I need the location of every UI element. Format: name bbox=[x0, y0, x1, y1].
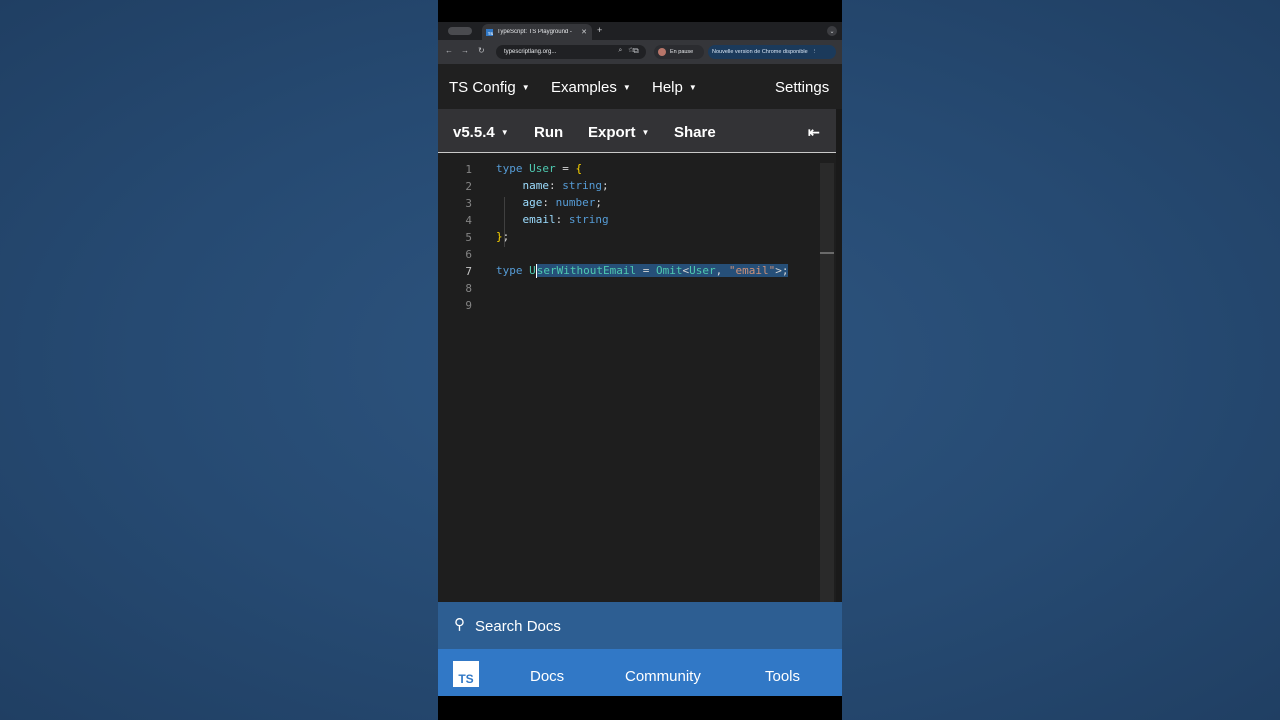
examples-label: Examples bbox=[551, 79, 617, 96]
line-number: 8 bbox=[465, 282, 472, 295]
help-label: Help bbox=[652, 79, 683, 96]
back-icon[interactable]: ← bbox=[445, 46, 453, 55]
punct-token: >; bbox=[775, 264, 789, 277]
line-number: 9 bbox=[465, 299, 472, 312]
type-name-token: serWithoutEmail bbox=[536, 264, 637, 277]
property-token: age bbox=[522, 196, 543, 209]
code-line-3[interactable]: age: number; bbox=[496, 194, 603, 211]
share-label: Share bbox=[674, 124, 716, 141]
operator-token: = bbox=[555, 162, 576, 175]
update-notice-text: Nouvelle version de Chrome disponible bbox=[712, 49, 808, 55]
code-line-9[interactable] bbox=[496, 296, 503, 313]
keyword-token: type bbox=[496, 264, 523, 277]
version-select[interactable]: v5.5.4 ▼ bbox=[453, 124, 509, 141]
ts-favicon-icon: TS bbox=[486, 28, 493, 36]
run-label: Run bbox=[534, 124, 564, 141]
code-line-5[interactable]: }; bbox=[496, 228, 509, 245]
help-menu[interactable]: Help ▼ bbox=[652, 79, 697, 96]
nav-docs-link[interactable]: Docs bbox=[530, 668, 564, 685]
chevron-down-icon[interactable]: ⌄ bbox=[827, 26, 837, 36]
editor-scrollbar[interactable] bbox=[820, 163, 834, 602]
operator-token: = bbox=[636, 264, 656, 277]
code-line-1[interactable]: type User = { bbox=[496, 160, 582, 177]
code-line-7[interactable]: type UserWithoutEmail = Omit<User, "emai… bbox=[496, 262, 789, 279]
settings-label: Settings bbox=[775, 79, 830, 96]
string-token: "email" bbox=[728, 264, 776, 277]
profile-status: En pause bbox=[670, 49, 694, 55]
type-name-token: User bbox=[689, 264, 716, 277]
avatar bbox=[658, 48, 666, 56]
search-docs-bar[interactable]: ⚲ Search Docs bbox=[438, 602, 842, 649]
line-number: 6 bbox=[465, 248, 472, 261]
address-bar: ← → ↻ typescriptlang.org... ⌕☆ ⧉ En paus… bbox=[438, 40, 842, 64]
ts-logo[interactable]: TS bbox=[453, 661, 479, 687]
search-icon: ⚲ bbox=[454, 616, 465, 633]
type-token: number bbox=[555, 196, 596, 209]
url-text: typescriptlang.org... bbox=[504, 49, 557, 55]
type-name-token: U bbox=[529, 264, 536, 277]
forward-icon[interactable]: → bbox=[461, 46, 469, 55]
nav-tools-link[interactable]: Tools bbox=[765, 668, 800, 685]
caret-down-icon: ▼ bbox=[521, 83, 530, 92]
window-controls[interactable] bbox=[448, 27, 472, 35]
selection-highlight[interactable]: serWithoutEmail = Omit<User, "email">; bbox=[536, 264, 789, 277]
type-token: string bbox=[568, 213, 609, 226]
editor-toolbar: v5.5.4 ▼ Run Export ▼ Share ⇤ bbox=[438, 109, 836, 152]
brace-token: } bbox=[496, 230, 503, 243]
line-number: 3 bbox=[465, 197, 472, 210]
run-button[interactable]: Run bbox=[534, 124, 563, 141]
nav-community-link[interactable]: Community bbox=[625, 668, 701, 685]
share-button[interactable]: Share bbox=[674, 124, 716, 141]
update-chrome-button[interactable]: Nouvelle version de Chrome disponible ⋮ bbox=[708, 45, 836, 59]
search-docs-label: Search Docs bbox=[475, 618, 561, 635]
settings-link[interactable]: Settings bbox=[775, 79, 829, 96]
tab-title: TypeScript: TS Playground - bbox=[497, 29, 572, 35]
type-name-token: User bbox=[529, 162, 556, 175]
profile-button[interactable]: En pause bbox=[654, 45, 704, 59]
code-editor[interactable]: 1 2 3 4 5 6 7 8 9 type User = { name: st… bbox=[438, 153, 836, 602]
browser-tab-bar: TS TypeScript: TS Playground - ✕ + ⌄ bbox=[438, 22, 842, 40]
phone-screen: TS TypeScript: TS Playground - ✕ + ⌄ ← →… bbox=[438, 0, 842, 720]
ts-config-menu[interactable]: TS Config ▼ bbox=[449, 79, 530, 96]
ts-config-label: TS Config bbox=[449, 79, 516, 96]
extensions-icon[interactable]: ⧉ bbox=[633, 46, 639, 56]
collapse-sidebar-icon[interactable]: ⇤ bbox=[808, 124, 820, 141]
code-line-2[interactable]: name: string; bbox=[496, 177, 609, 194]
brace-token: { bbox=[575, 162, 583, 175]
line-number: 1 bbox=[465, 163, 472, 176]
url-input[interactable]: typescriptlang.org... ⌕☆ bbox=[496, 45, 646, 59]
close-icon[interactable]: ✕ bbox=[581, 28, 587, 36]
caret-down-icon: ▼ bbox=[622, 83, 631, 92]
sidebar-edge bbox=[836, 109, 842, 602]
property-token: email bbox=[522, 213, 556, 226]
caret-down-icon: ▼ bbox=[500, 128, 509, 137]
punct-token: , bbox=[715, 264, 729, 277]
examples-menu[interactable]: Examples ▼ bbox=[551, 79, 631, 96]
caret-down-icon: ▼ bbox=[688, 83, 697, 92]
new-tab-icon[interactable]: + bbox=[597, 25, 602, 35]
code-line-6[interactable] bbox=[496, 245, 503, 262]
line-number: 4 bbox=[465, 214, 472, 227]
caret-down-icon: ▼ bbox=[641, 128, 650, 137]
type-token: string bbox=[562, 179, 602, 192]
menu-icon[interactable]: ⋮ bbox=[812, 49, 818, 55]
line-number: 5 bbox=[465, 231, 472, 244]
line-number: 2 bbox=[465, 180, 472, 193]
export-menu[interactable]: Export ▼ bbox=[588, 124, 649, 141]
export-label: Export bbox=[588, 124, 636, 141]
playground-header: TS Config ▼ Examples ▼ Help ▼ Settings bbox=[438, 64, 842, 109]
zoom-icon[interactable]: ⌕ bbox=[618, 47, 628, 54]
scrollbar-marker bbox=[820, 252, 834, 254]
keyword-token: type bbox=[496, 162, 523, 175]
browser-tab[interactable]: TS TypeScript: TS Playground - ✕ bbox=[482, 24, 592, 40]
site-bottom-nav: TS Docs Community Tools bbox=[438, 649, 842, 696]
property-token: name bbox=[522, 179, 550, 192]
reload-icon[interactable]: ↻ bbox=[478, 46, 485, 55]
type-name-token: Omit bbox=[655, 264, 683, 277]
version-label: v5.5.4 bbox=[453, 124, 495, 141]
code-line-4[interactable]: email: string bbox=[496, 211, 609, 228]
code-line-8[interactable] bbox=[496, 279, 503, 296]
line-number-active: 7 bbox=[465, 265, 472, 278]
